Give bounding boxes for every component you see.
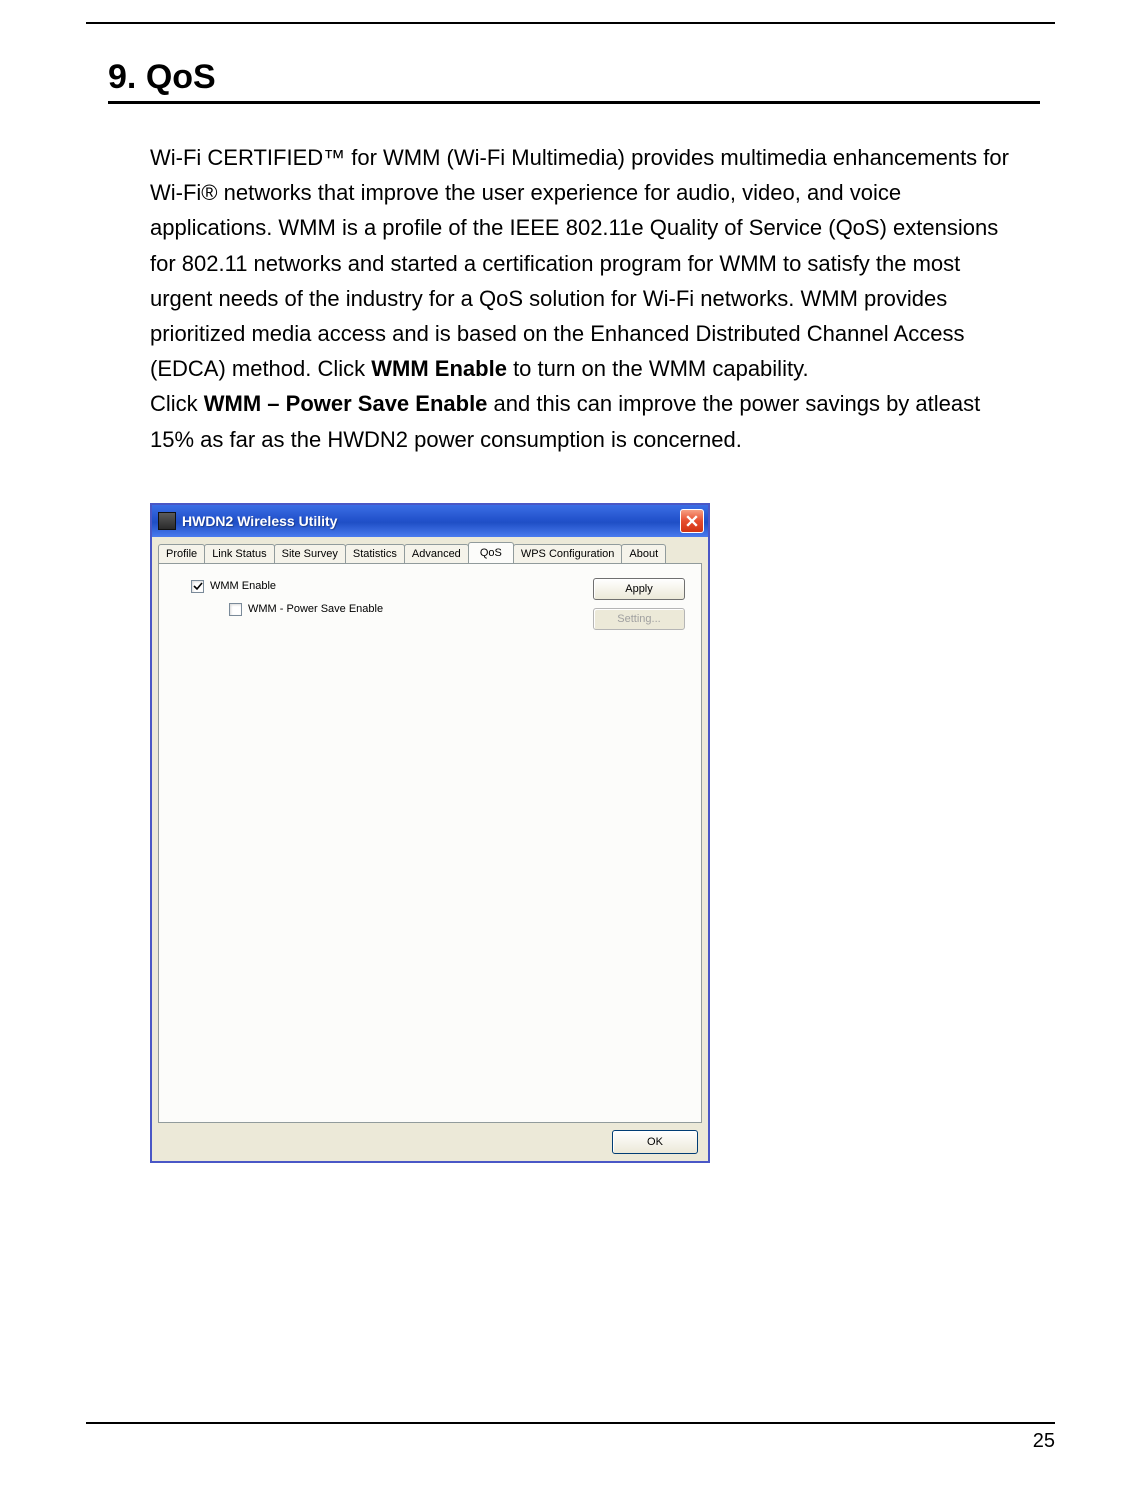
tab-profile[interactable]: Profile (158, 544, 205, 563)
tab-site-survey[interactable]: Site Survey (274, 544, 346, 563)
tab-qos[interactable]: QoS (468, 542, 514, 563)
para-1a: Wi-Fi CERTIFIED™ for WMM (Wi-Fi Multimed… (150, 145, 1009, 381)
tab-strip: Profile Link Status Site Survey Statisti… (152, 537, 708, 563)
wmm-ps-checkbox[interactable] (229, 603, 242, 616)
window-title: HWDN2 Wireless Utility (182, 513, 680, 529)
tab-panel-qos: WMM Enable WMM - Power Save Enable Apply… (158, 563, 702, 1123)
top-rule (86, 22, 1055, 24)
tab-advanced[interactable]: Advanced (404, 544, 469, 563)
ok-button[interactable]: OK (612, 1130, 698, 1154)
apply-button[interactable]: Apply (593, 578, 685, 600)
setting-button: Setting... (593, 608, 685, 630)
section-number: 9. (108, 58, 136, 96)
page-number: 25 (86, 1430, 1055, 1453)
footer: 25 (86, 1422, 1055, 1453)
close-icon (686, 515, 698, 527)
para-1b: to turn on the WMM capability. (507, 356, 809, 381)
app-icon (158, 512, 176, 530)
titlebar[interactable]: HWDN2 Wireless Utility (152, 505, 708, 537)
dialog-bottom-bar: OK (152, 1123, 708, 1161)
section-heading: 9. QoS (108, 58, 1040, 97)
wmm-enable-label: WMM Enable (210, 580, 276, 592)
content-area: 9. QoS Wi-Fi CERTIFIED™ for WMM (Wi-Fi M… (108, 58, 1040, 1163)
checkmark-icon (193, 581, 203, 591)
footer-rule (86, 1422, 1055, 1424)
heading-underline (108, 101, 1040, 104)
para-2-bold: WMM – Power Save Enable (204, 391, 488, 416)
tab-statistics[interactable]: Statistics (345, 544, 405, 563)
close-button[interactable] (680, 509, 704, 533)
tab-link-status[interactable]: Link Status (204, 544, 274, 563)
wmm-ps-label: WMM - Power Save Enable (248, 603, 383, 615)
para-2a: Click (150, 391, 204, 416)
page: 9. QoS Wi-Fi CERTIFIED™ for WMM (Wi-Fi M… (0, 0, 1141, 1509)
panel-action-buttons: Apply Setting... (593, 578, 685, 630)
para-1-bold: WMM Enable (371, 356, 507, 381)
tab-wps-configuration[interactable]: WPS Configuration (513, 544, 623, 563)
section-title: QoS (146, 58, 216, 96)
dialog-window: HWDN2 Wireless Utility Profile Link Stat… (150, 503, 710, 1163)
wmm-enable-checkbox[interactable] (191, 580, 204, 593)
tab-about[interactable]: About (621, 544, 666, 563)
body-text: Wi-Fi CERTIFIED™ for WMM (Wi-Fi Multimed… (150, 140, 1020, 457)
